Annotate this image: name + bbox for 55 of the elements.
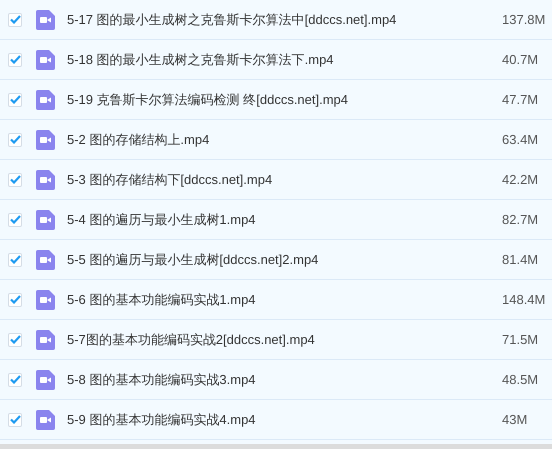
file-size: 81.4M bbox=[502, 250, 540, 269]
checkbox[interactable] bbox=[8, 12, 22, 26]
checkbox[interactable] bbox=[8, 52, 22, 66]
file-name[interactable]: 5-4 图的遍历与最小生成树1.mp4 bbox=[67, 210, 256, 230]
file-name[interactable]: 5-17 图的最小生成树之克鲁斯卡尔算法中[ddccs.net].mp4 bbox=[67, 10, 396, 30]
file-name[interactable]: 5-7图的基本功能编码实战2[ddccs.net].mp4 bbox=[67, 330, 315, 350]
file-row[interactable]: 5-4 图的遍历与最小生成树1.mp4 82.7M bbox=[0, 200, 552, 240]
file-size: 47.7M bbox=[502, 90, 540, 109]
video-file-icon bbox=[36, 50, 55, 70]
file-row[interactable]: 5-2 图的存储结构上.mp4 63.4M bbox=[0, 120, 552, 160]
file-row[interactable]: 5-18 图的最小生成树之克鲁斯卡尔算法下.mp4 40.7M bbox=[0, 40, 552, 80]
video-file-icon bbox=[36, 210, 55, 230]
file-row[interactable]: 5-7图的基本功能编码实战2[ddccs.net].mp4 71.5M bbox=[0, 320, 552, 360]
video-file-icon bbox=[36, 170, 55, 190]
video-file-icon bbox=[36, 290, 55, 310]
video-file-icon bbox=[36, 410, 55, 430]
file-size: 82.7M bbox=[502, 210, 540, 229]
video-file-icon bbox=[36, 90, 55, 110]
file-size: 148.4M bbox=[502, 290, 546, 309]
checkbox[interactable] bbox=[8, 92, 22, 106]
file-size: 137.8M bbox=[502, 10, 546, 29]
file-size: 43M bbox=[502, 410, 528, 429]
file-row[interactable]: 5-8 图的基本功能编码实战3.mp4 48.5M bbox=[0, 360, 552, 400]
file-size: 40.7M bbox=[502, 50, 540, 69]
checkbox[interactable] bbox=[8, 332, 22, 346]
file-name[interactable]: 5-8 图的基本功能编码实战3.mp4 bbox=[67, 370, 256, 390]
file-name[interactable]: 5-5 图的遍历与最小生成树[ddccs.net]2.mp4 bbox=[67, 250, 318, 270]
file-row[interactable]: 5-5 图的遍历与最小生成树[ddccs.net]2.mp4 81.4M bbox=[0, 240, 552, 280]
checkbox[interactable] bbox=[8, 212, 22, 226]
video-file-icon bbox=[36, 330, 55, 350]
file-name[interactable]: 5-3 图的存储结构下[ddccs.net].mp4 bbox=[67, 170, 272, 190]
checkbox[interactable] bbox=[8, 412, 22, 426]
file-size: 63.4M bbox=[502, 130, 540, 149]
file-name[interactable]: 5-19 克鲁斯卡尔算法编码检测 终[ddccs.net].mp4 bbox=[67, 90, 348, 110]
checkbox[interactable] bbox=[8, 132, 22, 146]
file-size: 71.5M bbox=[502, 330, 540, 349]
file-name[interactable]: 5-6 图的基本功能编码实战1.mp4 bbox=[67, 290, 256, 310]
checkbox[interactable] bbox=[8, 372, 22, 386]
checkbox[interactable] bbox=[8, 292, 22, 306]
video-file-icon bbox=[36, 250, 55, 270]
file-name[interactable]: 5-9 图的基本功能编码实战4.mp4 bbox=[67, 410, 256, 430]
checkbox[interactable] bbox=[8, 252, 22, 266]
file-name[interactable]: 5-18 图的最小生成树之克鲁斯卡尔算法下.mp4 bbox=[67, 50, 334, 70]
file-row[interactable]: 5-9 图的基本功能编码实战4.mp4 43M bbox=[0, 400, 552, 440]
file-size: 48.5M bbox=[502, 370, 540, 389]
file-name[interactable]: 5-2 图的存储结构上.mp4 bbox=[67, 130, 210, 150]
file-row[interactable]: 5-17 图的最小生成树之克鲁斯卡尔算法中[ddccs.net].mp4 137.8M bbox=[0, 0, 552, 40]
file-row[interactable]: 5-6 图的基本功能编码实战1.mp4 148.4M bbox=[0, 280, 552, 320]
checkbox[interactable] bbox=[8, 172, 22, 186]
file-row[interactable]: 5-3 图的存储结构下[ddccs.net].mp4 42.2M bbox=[0, 160, 552, 200]
video-file-icon bbox=[36, 130, 55, 150]
video-file-icon bbox=[36, 370, 55, 390]
video-file-icon bbox=[36, 10, 55, 30]
file-size: 42.2M bbox=[502, 170, 540, 189]
file-row[interactable]: 5-19 克鲁斯卡尔算法编码检测 终[ddccs.net].mp4 47.7M bbox=[0, 80, 552, 120]
